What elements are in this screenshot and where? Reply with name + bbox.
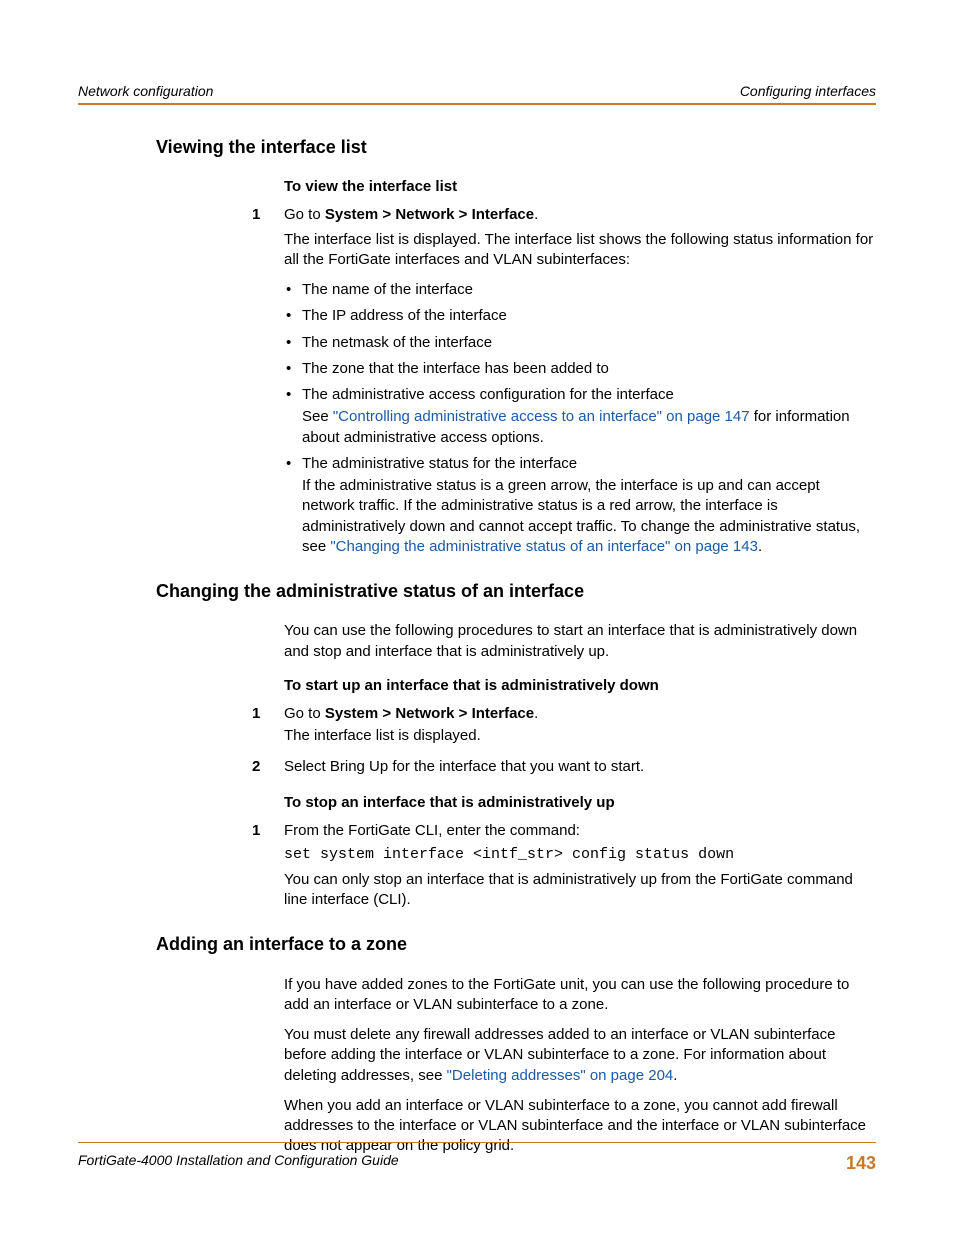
text-before-link: See [302,408,333,425]
step-text-suffix: . [534,705,538,722]
bullet-text: The administrative access configuration … [302,386,674,403]
step-description: The interface list is displayed. [284,726,876,746]
xref-link[interactable]: "Changing the administrative status of a… [330,538,758,555]
procedure-heading: To view the interface list [284,177,876,197]
step-description: The interface list is displayed. The int… [284,230,876,271]
bullet-text: The administrative status for the interf… [302,455,577,472]
list-item: The zone that the interface has been add… [284,359,876,379]
cli-command: set system interface <intf_str> config s… [284,845,876,865]
step-number: 1 [252,821,260,841]
list-item: The name of the interface [284,280,876,300]
text-after-link: . [673,1067,677,1084]
step-1: 1 Go to System > Network > Interface. Th… [284,205,876,557]
section-heading-changing: Changing the administrative status of an… [78,579,876,603]
bullet-body: If the administrative status is a green … [302,476,876,557]
step-1b: 1 From the FortiGate CLI, enter the comm… [284,821,876,910]
step-text-suffix: . [534,206,538,223]
bullet-body: See "Controlling administrative access t… [302,407,876,448]
header-left: Network configuration [78,82,213,101]
step-text: From the FortiGate CLI, enter the comman… [284,822,580,839]
paragraph: You must delete any firewall addresses a… [284,1025,876,1086]
page-number: 143 [846,1151,876,1175]
footer-title: FortiGate-4000 Installation and Configur… [78,1151,399,1175]
list-item: The IP address of the interface [284,306,876,326]
bullet-text: The netmask of the interface [302,334,492,351]
list-item: The administrative status for the interf… [284,454,876,557]
step-1: 1 Go to System > Network > Interface. Th… [284,704,876,747]
step-text-prefix: Go to [284,705,325,722]
procedure-heading: To start up an interface that is adminis… [284,676,876,696]
page-footer: FortiGate-4000 Installation and Configur… [78,1142,876,1175]
list-item: The netmask of the interface [284,333,876,353]
bullet-text: The zone that the interface has been add… [302,360,609,377]
step-2: 2 Select Bring Up for the interface that… [284,757,876,777]
bullet-text: The name of the interface [302,281,473,298]
running-header: Network configuration Configuring interf… [78,82,876,101]
step-text-prefix: Go to [284,206,325,223]
section-heading-adding: Adding an interface to a zone [78,932,876,956]
xref-link[interactable]: "Controlling administrative access to an… [333,408,750,425]
nav-path: System > Network > Interface [325,206,534,223]
step-number: 2 [252,757,260,777]
paragraph: If you have added zones to the FortiGate… [284,975,876,1016]
header-rule [78,103,876,105]
step-number: 1 [252,704,260,724]
bullet-text: The IP address of the interface [302,307,507,324]
nav-path: System > Network > Interface [325,705,534,722]
procedure-heading: To stop an interface that is administrat… [284,793,876,813]
step-description: You can only stop an interface that is a… [284,870,876,911]
bullet-list: The name of the interface The IP address… [284,280,876,557]
footer-rule [78,1142,876,1143]
section-heading-viewing: Viewing the interface list [78,135,876,159]
text-after-link: . [758,538,762,555]
header-right: Configuring interfaces [740,82,876,101]
step-number: 1 [252,205,260,225]
list-item: The administrative access configuration … [284,385,876,448]
step-text: Select Bring Up for the interface that y… [284,758,644,775]
section-intro: You can use the following procedures to … [284,621,876,662]
xref-link[interactable]: "Deleting addresses" on page 204 [447,1067,674,1084]
